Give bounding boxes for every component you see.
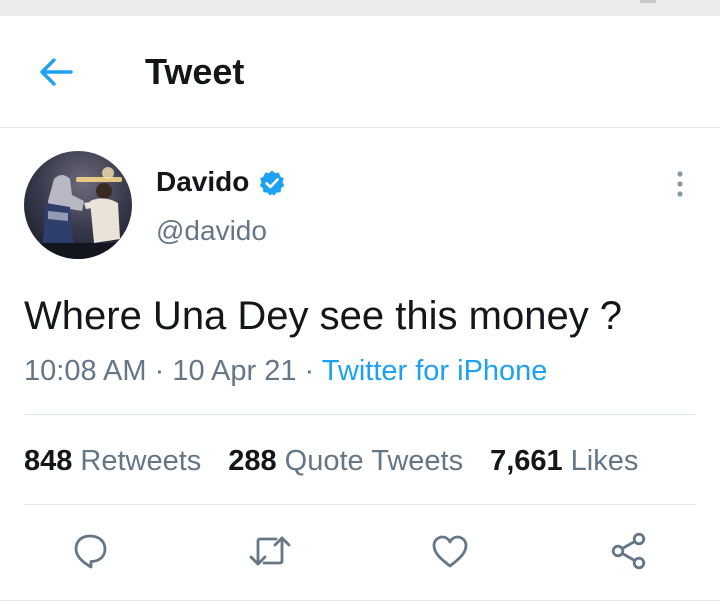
avatar-photo [24,151,132,259]
retweets-count: 848 [24,445,73,477]
retweets-stat[interactable]: 848 Retweets [24,443,201,479]
likes-count: 7,661 [490,445,563,477]
user-handle[interactable]: @davido [156,214,267,248]
likes-stat[interactable]: 7,661 Likes [490,443,638,479]
like-button[interactable] [426,527,474,575]
reply-button[interactable] [66,527,114,575]
share-icon [611,532,646,570]
top-app-bar: Tweet [0,16,720,128]
meta-separator: · [304,355,315,387]
divider [0,600,720,601]
like-icon [432,535,468,568]
more-vertical-icon [677,171,683,197]
quote-tweets-stat[interactable]: 288 Quote Tweets [228,443,463,479]
retweet-icon [249,536,291,566]
more-options-button[interactable] [664,166,696,202]
status-indicator [640,0,656,3]
quote-tweets-label: Quote Tweets [284,445,464,477]
tweet-author: Davido @davido [0,128,720,268]
status-bar [0,0,720,16]
page-title: Tweet [145,51,245,92]
tweet-time: 10:08 AM [24,355,147,387]
share-button[interactable] [605,527,653,575]
tweet-actions [0,505,720,597]
quote-tweets-count: 288 [228,445,277,477]
likes-label: Likes [570,445,639,477]
retweet-button[interactable] [246,527,294,575]
avatar[interactable] [24,151,132,259]
verified-badge-icon [259,170,285,196]
arrow-left-icon [40,58,73,86]
meta-separator: · [154,355,165,387]
tweet-stats: 848 Retweets 288 Quote Tweets 7,661 Like… [24,443,665,479]
back-button[interactable] [28,52,84,92]
reply-icon [74,534,107,569]
display-name[interactable]: Davido [156,165,249,199]
divider [24,414,696,415]
tweet-source-link[interactable]: Twitter for iPhone [322,355,548,387]
tweet-text: Where Una Dey see this money ? [24,294,623,338]
retweets-label: Retweets [80,445,202,477]
tweet-date: 10 Apr 21 [172,355,297,387]
tweet-meta: 10:08 AM · 10 Apr 21 · Twitter for iPhon… [24,353,547,389]
